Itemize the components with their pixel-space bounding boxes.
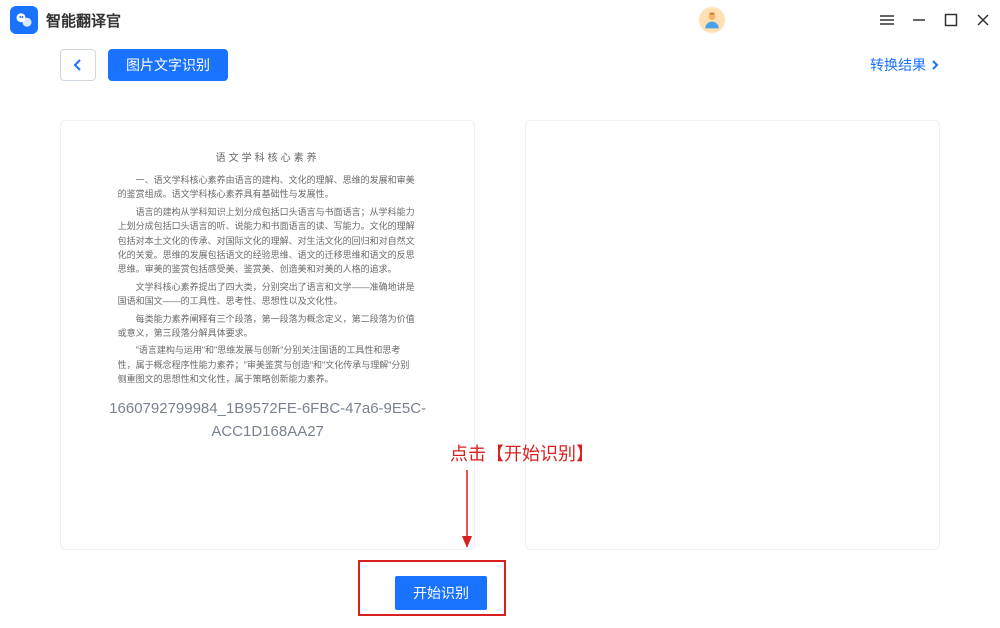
user-avatar[interactable] <box>699 7 725 33</box>
title-bar: 智能翻译官 <box>0 0 1000 40</box>
menu-icon[interactable] <box>880 13 894 27</box>
toolbar: 图片文字识别 转换结果 <box>0 40 1000 90</box>
window-controls <box>880 13 990 27</box>
result-panel <box>525 120 940 550</box>
minimize-icon[interactable] <box>912 13 926 27</box>
chevron-right-icon <box>930 60 940 70</box>
app-logo-icon <box>10 6 38 34</box>
document-preview: 语文学科核心素养 一、语文学科核心素养由语言的建构、文化的理解、思维的发展和审美… <box>118 151 418 386</box>
doc-paragraph: 语言的建构从学科知识上划分成包括口头语言与书面语言；从学科能力上划分成包括口头语… <box>118 205 418 277</box>
doc-paragraph: 每类能力素养阐释有三个段落，第一段落为概念定义，第二段落为价值或意义，第三段落分… <box>118 312 418 341</box>
page-title-badge: 图片文字识别 <box>108 49 228 81</box>
doc-paragraph: 一、语文学科核心素养由语言的建构、文化的理解、思维的发展和审美的鉴赏组成。语文学… <box>118 173 418 202</box>
annotation-arrow-icon <box>459 470 479 550</box>
result-link[interactable]: 转换结果 <box>870 55 940 75</box>
back-button[interactable] <box>60 49 96 81</box>
content-area: 语文学科核心素养 一、语文学科核心素养由语言的建构、文化的理解、思维的发展和审美… <box>0 90 1000 550</box>
result-link-label: 转换结果 <box>870 55 926 75</box>
annotation-label: 点击【开始识别】 <box>450 440 594 466</box>
doc-paragraph: 文学科核心素养提出了四大类，分别突出了语言和文学——准确地讲是国语和国文——的工… <box>118 280 418 309</box>
close-icon[interactable] <box>976 13 990 27</box>
source-panel: 语文学科核心素养 一、语文学科核心素养由语言的建构、文化的理解、思维的发展和审美… <box>60 120 475 550</box>
app-title: 智能翻译官 <box>46 10 121 31</box>
doc-heading: 语文学科核心素养 <box>118 151 418 167</box>
doc-paragraph: "语言建构与运用"和"思维发展与创新"分别关注国语的工具性和思考性，属于概念程序… <box>118 343 418 386</box>
maximize-icon[interactable] <box>944 13 958 27</box>
filename-label: 1660792799984_1B9572FE-6FBC-47a6-9E5C- A… <box>81 398 454 443</box>
start-recognition-button[interactable]: 开始识别 <box>395 576 487 610</box>
